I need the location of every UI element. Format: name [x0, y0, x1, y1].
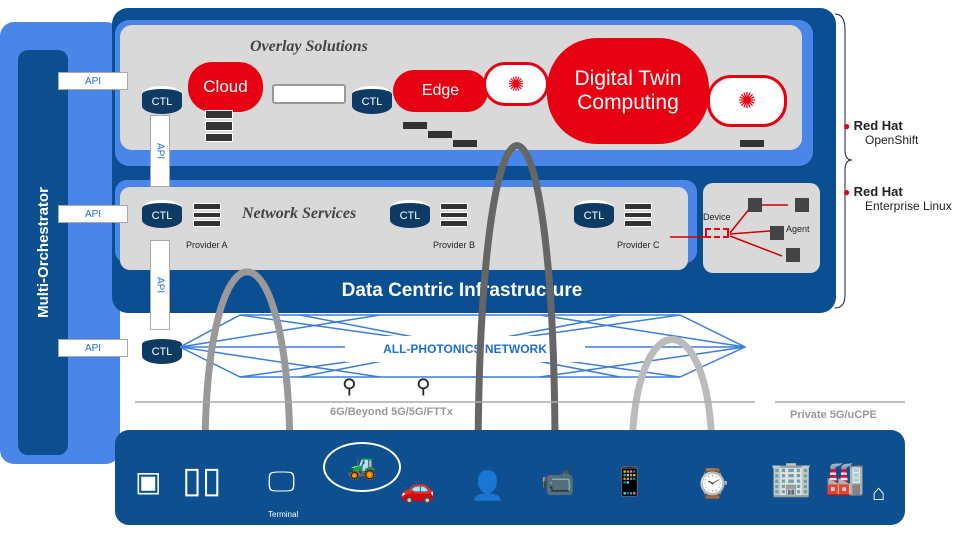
private-network-label: Private 5G/uCPE	[790, 409, 877, 421]
terminal-icon[interactable]: 🖵	[268, 468, 295, 496]
chip-icon: ▣	[135, 466, 162, 497]
redhat-hat-icon: ●	[843, 119, 851, 133]
redhat-hat-icon: ●	[843, 185, 851, 199]
redhat-enterprise-linux-logo: ● Red Hat Enterprise Linux	[843, 184, 952, 213]
smartwatch-icon[interactable]: ⌚	[695, 470, 730, 498]
antenna-icon: ⚲	[342, 376, 357, 398]
tractor-icon[interactable]: 🚜	[323, 442, 401, 492]
terminal-label: Terminal	[268, 510, 299, 519]
server-rack-icon: ▯▯	[182, 459, 222, 500]
access-network-label: 6G/Beyond 5G/5G/FTTx	[330, 406, 453, 418]
person-icon[interactable]: 👤	[470, 472, 505, 500]
tablet-phone-icon[interactable]: 📱	[612, 468, 647, 496]
car-icon[interactable]: 🚗	[400, 475, 435, 503]
redhat-openshift-logo: ● Red Hat OpenShift	[843, 118, 919, 147]
antenna-icon: ⚲	[416, 376, 431, 398]
house-icon: ⌂	[872, 480, 886, 505]
camera-icon[interactable]: 📹	[540, 468, 575, 496]
factory-icon: 🏭	[825, 460, 865, 496]
building-icon: 🏢	[770, 460, 813, 498]
